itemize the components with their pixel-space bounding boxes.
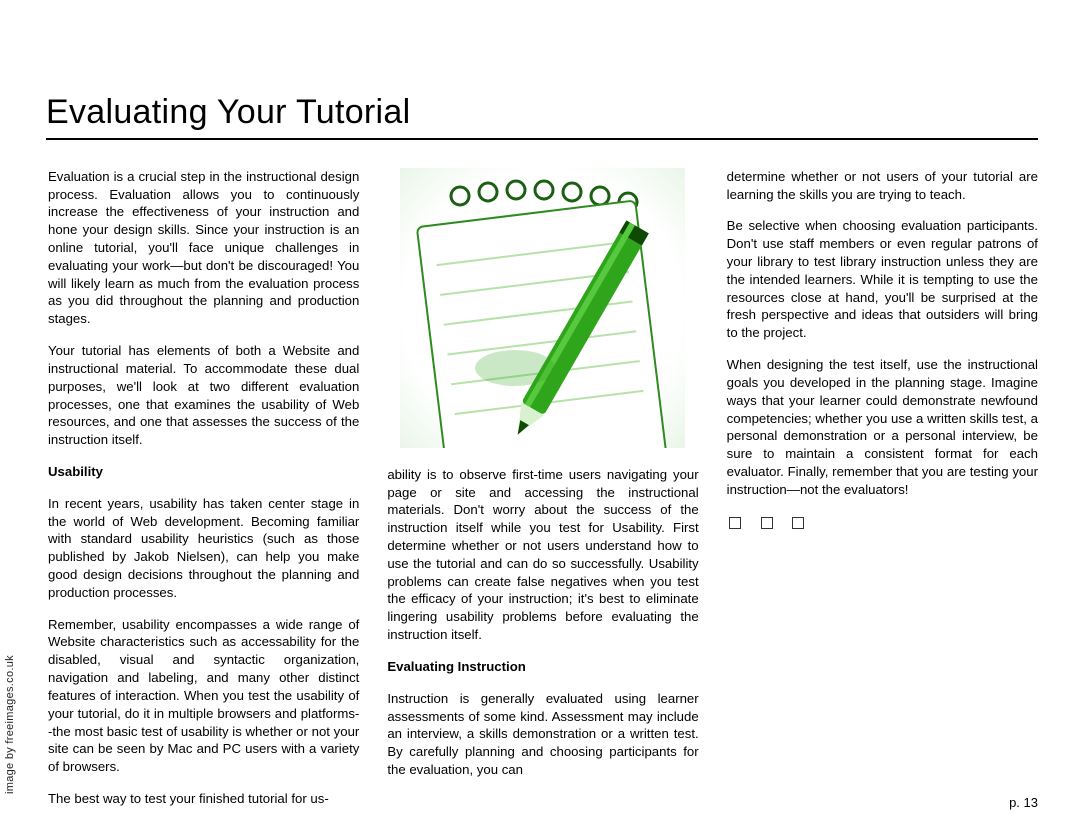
subhead-evaluating: Evaluating Instruction [387, 658, 698, 676]
paragraph: Evaluation is a crucial step in the inst… [48, 168, 359, 328]
paragraph: Be selective when choosing evaluation pa… [727, 217, 1038, 342]
paragraph: The best way to test your finished tutor… [48, 790, 359, 808]
square-icon [729, 517, 741, 529]
image-credit: image by freeimages.co.uk [4, 655, 16, 794]
column-2: ability is to observe first-time users n… [387, 168, 698, 808]
paragraph: In recent years, usability has taken cen… [48, 495, 359, 602]
paragraph: Remember, usability encompasses a wide r… [48, 616, 359, 776]
column-3: determine whether or not users of your t… [727, 168, 1038, 808]
paragraph: Instruction is generally evaluated using… [387, 690, 698, 779]
columns: Evaluation is a crucial step in the inst… [48, 168, 1038, 808]
document-page: Evaluating Your Tutorial Evaluation is a… [0, 0, 1080, 834]
column-1: Evaluation is a crucial step in the inst… [48, 168, 359, 808]
square-icon [761, 517, 773, 529]
page-number: p. 13 [1009, 795, 1038, 810]
paragraph: When designing the test itself, use the … [727, 356, 1038, 499]
subhead-usability: Usability [48, 463, 359, 481]
paragraph: Your tutorial has elements of both a Web… [48, 342, 359, 449]
page-title: Evaluating Your Tutorial [46, 93, 1038, 140]
paragraph: determine whether or not users of your t… [727, 168, 1038, 204]
notepad-illustration [400, 168, 685, 448]
end-marker-squares [727, 515, 1038, 534]
paragraph: ability is to observe first-time users n… [387, 466, 698, 644]
notepad-pencil-icon [400, 168, 685, 448]
square-icon [792, 517, 804, 529]
